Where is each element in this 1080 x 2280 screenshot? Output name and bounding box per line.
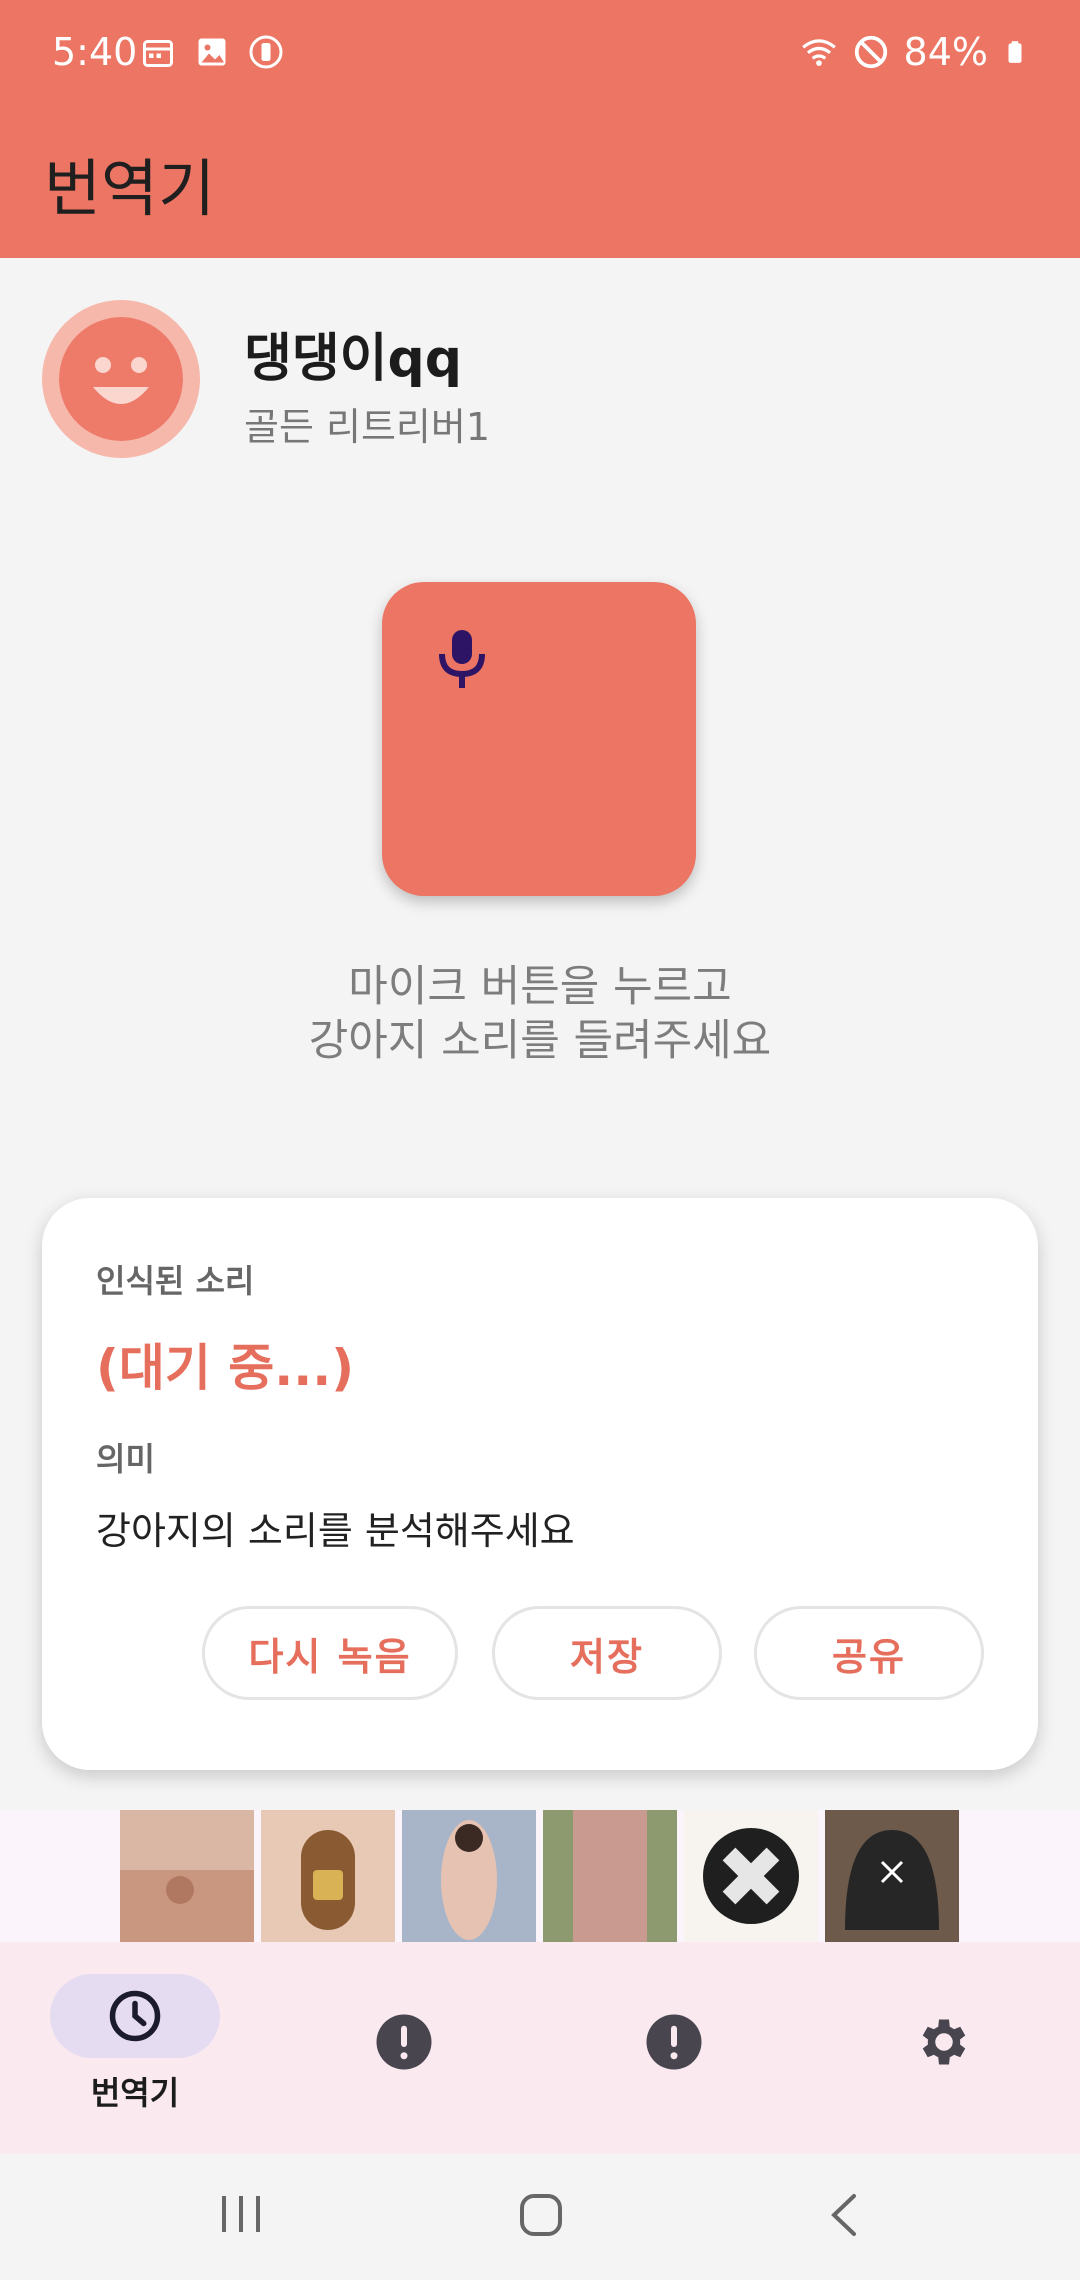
- result-card: 인식된 소리 (대기 중...) 의미 강아지의 소리를 분석해주세요 다시 녹…: [42, 1198, 1038, 1770]
- ad-thumbnail[interactable]: [120, 1810, 254, 1942]
- ad-thumbnail[interactable]: [684, 1810, 818, 1942]
- ad-thumbnail[interactable]: [543, 1810, 677, 1942]
- microphone-icon: [439, 630, 485, 688]
- save-button[interactable]: 저장: [492, 1606, 722, 1700]
- status-icons-right: 84%: [800, 30, 1028, 74]
- ad-thumbnail[interactable]: [825, 1810, 959, 1942]
- wifi-icon: [801, 39, 836, 66]
- status-time: 5:40: [52, 30, 138, 74]
- meaning-label: 의미: [96, 1440, 155, 1478]
- recognized-sound-label: 인식된 소리: [96, 1262, 255, 1300]
- image-icon: [198, 38, 226, 66]
- page-title: 번역기: [44, 152, 216, 225]
- battery-percentage: 84%: [903, 30, 988, 74]
- record-button[interactable]: [382, 582, 696, 896]
- recent-apps-icon[interactable]: [218, 2192, 264, 2236]
- smiley-face-icon: [59, 317, 183, 441]
- pet-breed: 골든 리트리버1: [244, 405, 491, 449]
- recognized-sound-value: (대기 중...): [96, 1339, 355, 1397]
- alert-icon[interactable]: [644, 2012, 704, 2072]
- share-button[interactable]: 공유: [754, 1606, 984, 1700]
- instruction-line-2: 강아지 소리를 들려주세요: [308, 1016, 772, 1066]
- system-navigation-bar: [0, 2154, 1080, 2280]
- back-icon[interactable]: [826, 2192, 862, 2238]
- app-bar: 5:40 84% 번역기: [0, 0, 1080, 258]
- nav-item-translator-label: 번역기: [90, 2074, 180, 2112]
- status-icons-left: [140, 34, 284, 70]
- alert-icon[interactable]: [374, 2012, 434, 2072]
- bottom-navigation: 번역기: [0, 1942, 1080, 2154]
- calendar-icon: [143, 40, 173, 67]
- avatar: [42, 300, 200, 458]
- ad-banner[interactable]: [0, 1810, 1080, 1942]
- meaning-value: 강아지의 소리를 분석해주세요: [96, 1509, 575, 1553]
- ad-thumbnail[interactable]: [402, 1810, 536, 1942]
- do-not-disturb-icon: [854, 35, 887, 69]
- pet-name: 댕댕이qq: [244, 329, 462, 389]
- instruction-line-1: 마이크 버튼을 누르고: [348, 962, 732, 1012]
- history-icon: [109, 1990, 161, 2042]
- instruction-text: 마이크 버튼을 누르고 강아지 소리를 들려주세요: [0, 960, 1080, 1068]
- ad-thumbnail[interactable]: [261, 1810, 395, 1942]
- nav-item-translator[interactable]: [50, 1974, 220, 2058]
- home-icon[interactable]: [518, 2192, 564, 2238]
- battery-icon: [1008, 41, 1022, 63]
- vibrate-icon: [249, 35, 283, 69]
- gear-icon[interactable]: [914, 2012, 974, 2072]
- status-bar: 5:40 84%: [0, 0, 1080, 108]
- rerecord-button[interactable]: 다시 녹음: [202, 1606, 458, 1700]
